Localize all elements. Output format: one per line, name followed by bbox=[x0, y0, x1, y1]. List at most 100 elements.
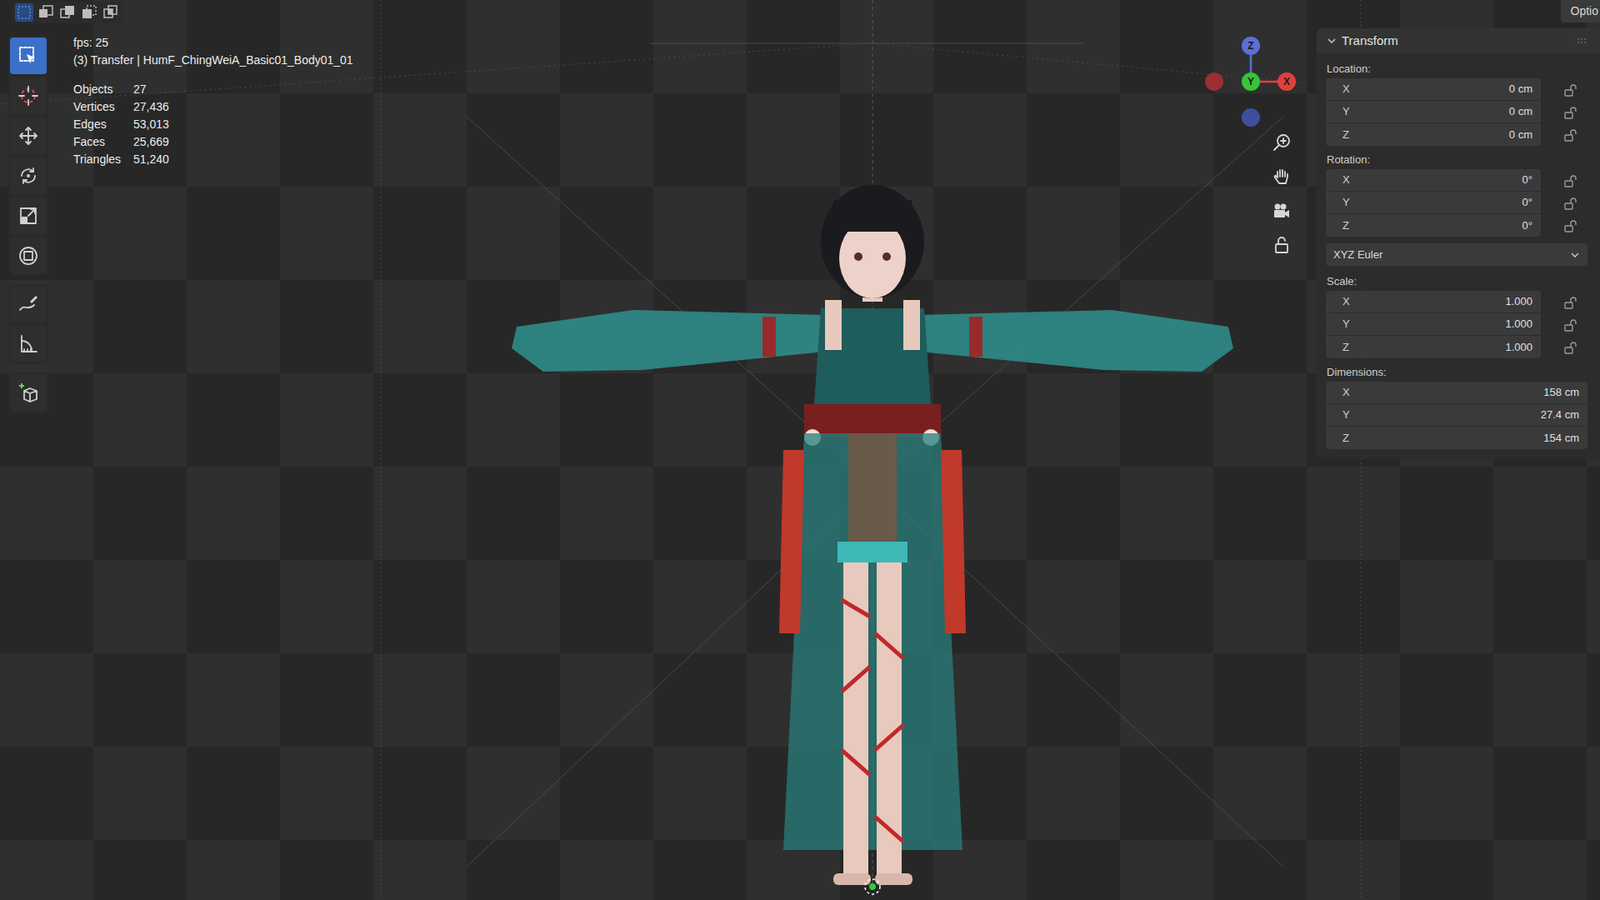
lock-toggle[interactable] bbox=[1540, 195, 1588, 211]
nav-button[interactable] bbox=[1268, 231, 1295, 259]
field-row: Z154 cm bbox=[1325, 426, 1588, 450]
transform-section: Rotation:X0°Y0°Z0° bbox=[1325, 150, 1588, 237]
stat-label: Triangles bbox=[73, 150, 134, 169]
field-value: 27.4 cm bbox=[1354, 406, 1580, 424]
lock-toggle[interactable] bbox=[1540, 105, 1588, 120]
select-mode-button[interactable] bbox=[58, 3, 77, 22]
field-group: X1.000Y1.000Z1.000 bbox=[1325, 290, 1588, 359]
select-mode-icon bbox=[81, 5, 97, 20]
tool-group bbox=[8, 284, 49, 365]
number-field[interactable]: Y27.4 cm bbox=[1325, 404, 1588, 427]
gizmo-negative-axis[interactable] bbox=[1205, 72, 1224, 91]
number-field[interactable]: X0 cm bbox=[1325, 78, 1541, 101]
lock-toggle[interactable] bbox=[1540, 82, 1588, 98]
gizmo-axis[interactable]: X bbox=[1277, 72, 1296, 91]
annotate-icon bbox=[17, 293, 40, 315]
field-value: 0° bbox=[1354, 217, 1533, 235]
field-group: X0°Y0°Z0° bbox=[1325, 169, 1588, 237]
gizmo-axis[interactable]: Z bbox=[1241, 36, 1260, 55]
tool-button[interactable] bbox=[10, 117, 47, 155]
options-tab[interactable]: Optio bbox=[1560, 0, 1600, 23]
tool-button[interactable] bbox=[10, 374, 47, 411]
panel-header[interactable]: Transform bbox=[1316, 28, 1600, 54]
unlocked-icon bbox=[1563, 317, 1579, 333]
lock-toggle[interactable] bbox=[1540, 340, 1588, 355]
number-field[interactable]: Z0° bbox=[1325, 214, 1541, 237]
tool-button[interactable] bbox=[10, 77, 47, 115]
transform-icon bbox=[17, 245, 40, 267]
rotation-mode-dropdown[interactable]: XYZ Euler bbox=[1325, 243, 1588, 266]
field-value: 158 cm bbox=[1354, 384, 1580, 401]
nav-button[interactable] bbox=[1268, 163, 1295, 190]
field-group: X0 cmY0 cmZ0 cm bbox=[1325, 78, 1588, 146]
field-row: Y1.000 bbox=[1325, 313, 1588, 336]
select-mode-button[interactable] bbox=[101, 3, 120, 22]
lock-toggle[interactable] bbox=[1540, 127, 1588, 143]
tool-button[interactable] bbox=[10, 157, 47, 195]
section-label: Rotation: bbox=[1325, 150, 1588, 170]
lock-toggle[interactable] bbox=[1540, 173, 1588, 189]
toolbar bbox=[8, 35, 49, 413]
axis-label: Z bbox=[1334, 339, 1355, 356]
number-field[interactable]: X1.000 bbox=[1325, 290, 1541, 314]
unlocked-icon bbox=[1563, 82, 1579, 98]
transform-section: Location:X0 cmY0 cmZ0 cm bbox=[1325, 60, 1588, 146]
navigation-gizmo[interactable]: ZYX bbox=[1205, 35, 1297, 128]
stat-label: Edges bbox=[73, 115, 134, 134]
origin-icon bbox=[865, 879, 880, 895]
unlocked-icon bbox=[1563, 218, 1579, 234]
number-field[interactable]: Z1.000 bbox=[1325, 335, 1541, 359]
tool-group bbox=[8, 372, 49, 413]
axis-label: Y bbox=[1334, 103, 1355, 120]
stat-value: 27,436 bbox=[133, 98, 354, 116]
nav-button[interactable] bbox=[1268, 197, 1295, 225]
panel-body: Location:X0 cmY0 cmZ0 cmRotation:X0°Y0°Z… bbox=[1316, 53, 1600, 450]
stat-value: 51,240 bbox=[133, 150, 354, 169]
tool-button[interactable] bbox=[10, 285, 47, 323]
select-mode-button[interactable] bbox=[15, 3, 34, 22]
character-figure bbox=[511, 185, 1234, 885]
field-value: 1.000 bbox=[1354, 315, 1533, 333]
transform-panel: TransformLocation:X0 cmY0 cmZ0 cmRotatio… bbox=[1316, 28, 1600, 460]
tool-button[interactable] bbox=[10, 237, 47, 275]
active-object-label: (3) Transfer | HumF_ChingWeiA_Basic01_Bo… bbox=[73, 51, 354, 70]
gizmo-negative-axis[interactable] bbox=[1241, 108, 1260, 127]
unlocked-icon bbox=[1563, 340, 1579, 355]
dropdown-chevron-icon bbox=[1570, 250, 1580, 260]
number-field[interactable]: Y0 cm bbox=[1325, 100, 1541, 124]
field-value: 0 cm bbox=[1354, 103, 1533, 120]
nav-button[interactable] bbox=[1268, 129, 1295, 156]
section-label: Location: bbox=[1325, 60, 1588, 79]
field-row: X0 cm bbox=[1325, 78, 1588, 101]
panel-title: Transform bbox=[1341, 31, 1577, 51]
rotate-icon bbox=[17, 165, 40, 187]
unlocked-icon bbox=[1563, 127, 1579, 143]
axis-label: Y bbox=[1334, 315, 1355, 333]
axis-label: X bbox=[1334, 384, 1355, 401]
lock-toggle[interactable] bbox=[1540, 317, 1588, 333]
tool-button[interactable] bbox=[10, 197, 47, 235]
number-field[interactable]: X0° bbox=[1325, 169, 1541, 192]
tool-button[interactable] bbox=[10, 325, 47, 363]
unlocked-icon bbox=[1563, 105, 1579, 120]
unlocked-icon bbox=[1563, 295, 1579, 310]
axis-label: Z bbox=[1334, 217, 1355, 235]
tool-button[interactable] bbox=[10, 37, 47, 75]
select-mode-button[interactable] bbox=[36, 3, 55, 22]
field-value: 0 cm bbox=[1354, 80, 1533, 98]
number-field[interactable]: Y0° bbox=[1325, 191, 1541, 215]
cursor-icon bbox=[17, 85, 40, 107]
drag-handle-icon[interactable] bbox=[1576, 37, 1589, 45]
axis-label: Z bbox=[1334, 126, 1355, 144]
number-field[interactable]: Z154 cm bbox=[1325, 426, 1588, 450]
number-field[interactable]: X158 cm bbox=[1325, 381, 1588, 405]
number-field[interactable]: Y1.000 bbox=[1325, 313, 1541, 336]
camera-icon bbox=[1271, 200, 1292, 221]
lock-toggle[interactable] bbox=[1540, 295, 1588, 310]
lock-toggle[interactable] bbox=[1540, 218, 1588, 234]
navigation-buttons bbox=[1268, 129, 1295, 259]
gizmo-axis[interactable]: Y bbox=[1241, 72, 1260, 91]
number-field[interactable]: Z0 cm bbox=[1325, 123, 1541, 146]
select-mode-button[interactable] bbox=[80, 3, 99, 22]
hand-icon bbox=[1271, 166, 1292, 187]
